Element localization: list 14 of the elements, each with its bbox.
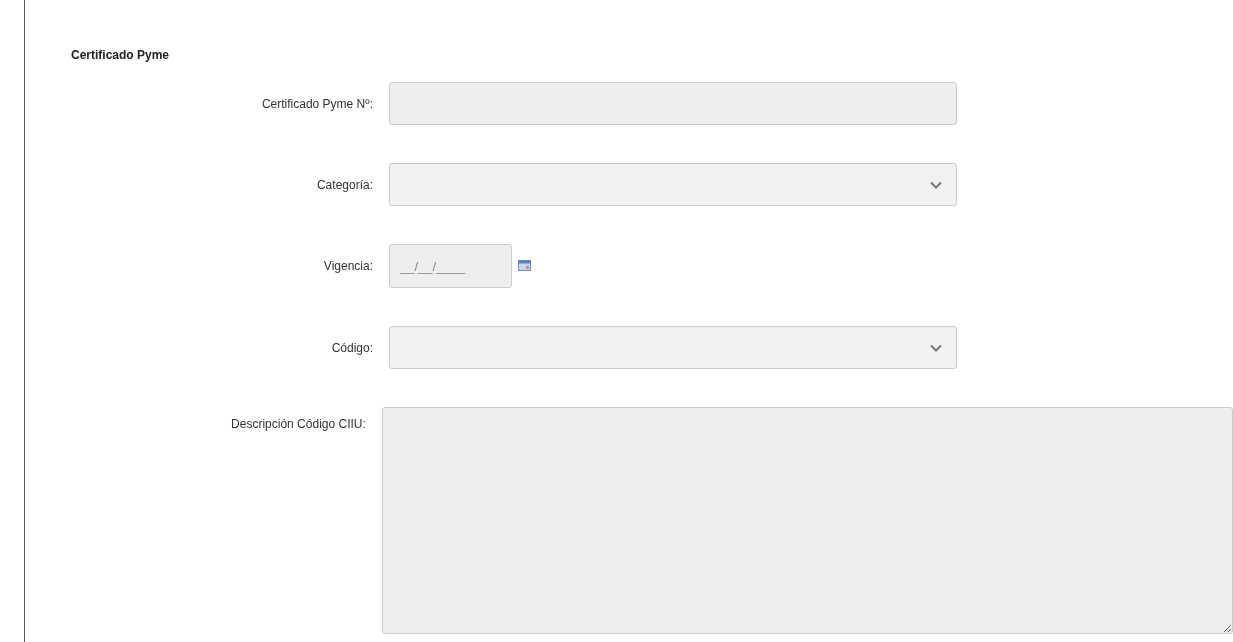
field-label: Descripción Código CIIU: bbox=[230, 416, 367, 431]
dropdown[interactable] bbox=[389, 326, 957, 369]
field-label: Vigencia: bbox=[322, 259, 374, 273]
chevron-down-icon bbox=[930, 180, 942, 189]
field-label: Certificado Pyme Nº: bbox=[260, 96, 374, 111]
section-title: Certificado Pyme bbox=[71, 48, 171, 62]
field-label: Código: bbox=[330, 340, 374, 355]
field-label: Categoría: bbox=[315, 177, 374, 192]
calendar-icon[interactable] bbox=[518, 260, 531, 271]
dropdown[interactable] bbox=[389, 163, 957, 206]
text-area[interactable] bbox=[381, 407, 1233, 634]
chevron-down-icon bbox=[930, 343, 942, 352]
input-field[interactable] bbox=[389, 82, 957, 125]
date-field[interactable]: __/__/____ bbox=[389, 244, 512, 288]
